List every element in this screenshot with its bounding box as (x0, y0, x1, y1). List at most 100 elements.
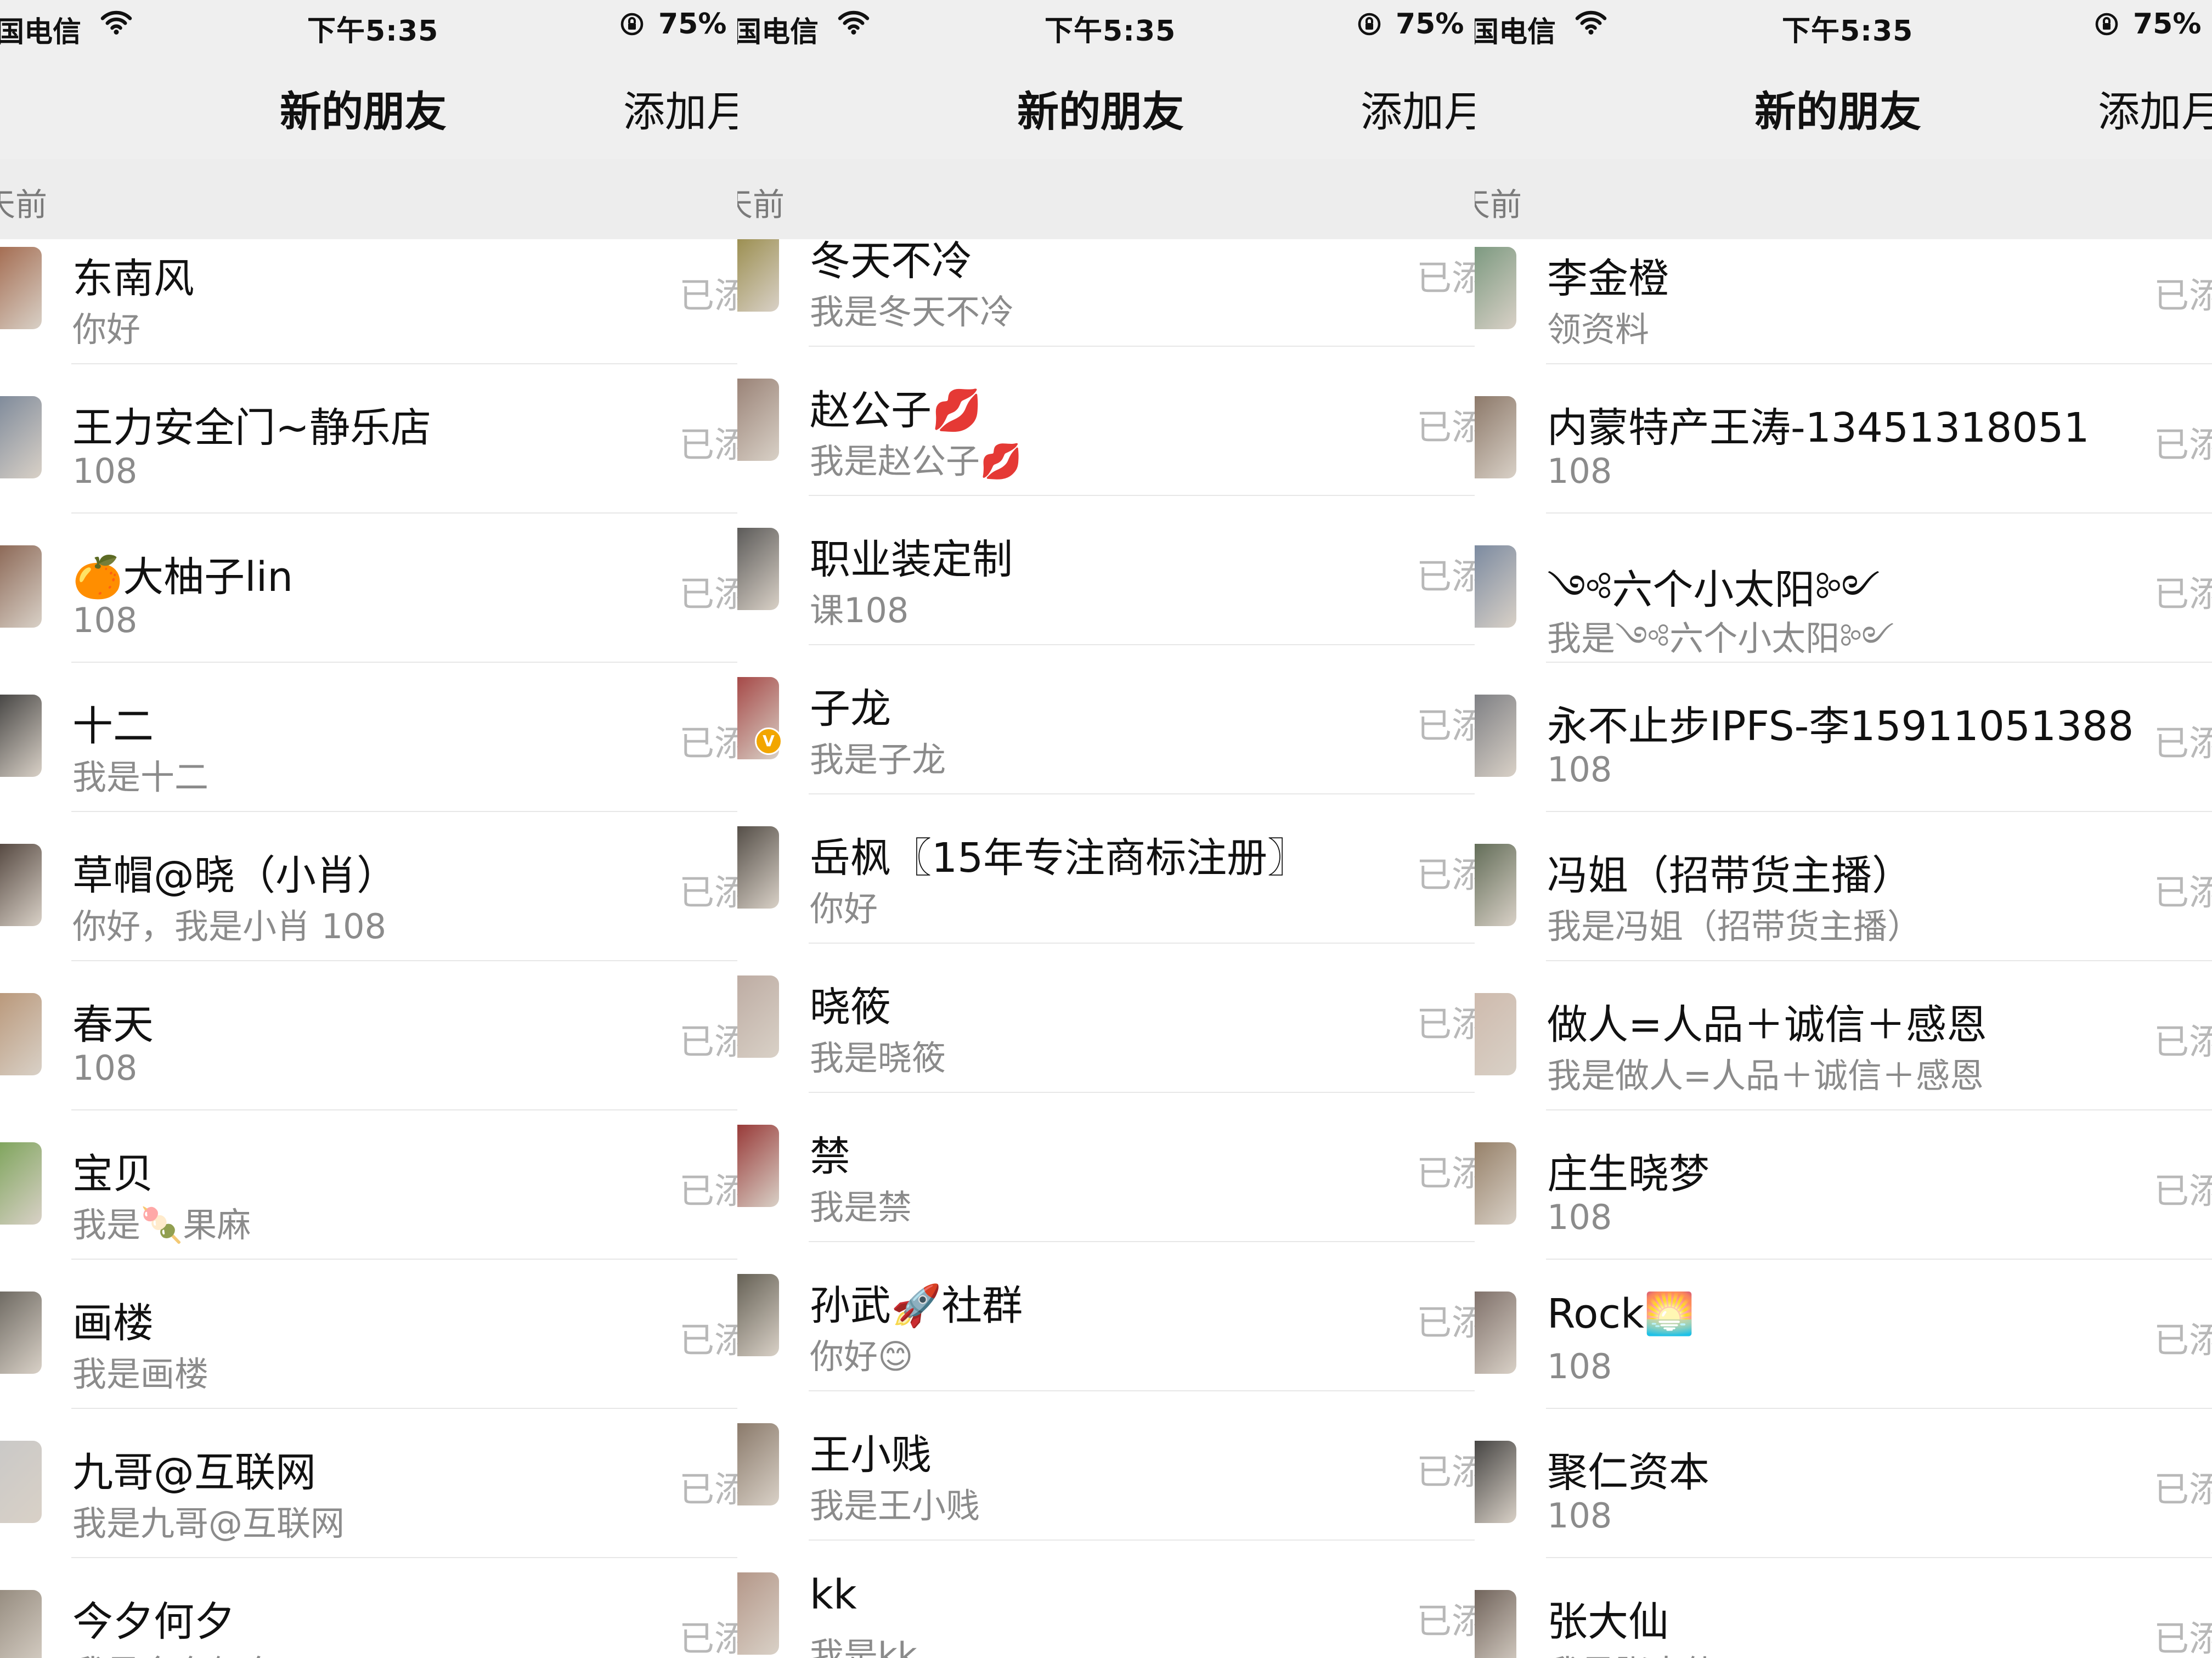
avatar (1475, 695, 1516, 777)
request-message: 我是十二 (72, 757, 209, 797)
avatar (0, 396, 42, 478)
friend-request-row[interactable]: 赵公子💋 我是赵公子💋 已添 (737, 347, 1475, 496)
request-message: 108 (1547, 1346, 1612, 1386)
status-bar: 国电信 下午5:35 75% (1475, 0, 2212, 49)
contact-name: 子龙 (810, 685, 891, 732)
request-message: 我是今夕何夕 (72, 1645, 276, 1658)
status-bar: 国电信 下午5:35 75% (0, 0, 737, 49)
friend-request-row[interactable]: 东南风 你好 已添 (0, 239, 737, 364)
avatar (737, 528, 779, 610)
friend-request-row[interactable]: ༺六个小太阳༻ 我是༺六个小太阳༻ 已添 (1475, 514, 2212, 663)
add-friend-button[interactable]: 添加月 (1361, 78, 1475, 138)
request-message: 我是晓筱 (810, 1038, 946, 1078)
added-status-label: 已添 (2154, 724, 2212, 764)
avatar (1475, 844, 1516, 926)
added-status-label: 已添 (1417, 1005, 1475, 1045)
friend-request-row[interactable]: 今夕何夕 我是今夕何夕 已添 (0, 1558, 737, 1658)
section-time-label: 天前 (0, 186, 48, 223)
friend-request-row[interactable]: 草帽@晓（小肖） 你好，我是小肖 108 已添 (0, 812, 737, 961)
contact-name: 东南风 (72, 255, 194, 302)
added-status-label: 已添 (1417, 408, 1475, 448)
avatar (1475, 1142, 1516, 1225)
avatar (0, 695, 42, 777)
added-status-label: 已添 (2154, 873, 2212, 913)
contact-name: 岳枫〖15年专注商标注册〗 (810, 834, 1308, 882)
friend-request-row[interactable]: 庄生晓梦 108 已添 (1475, 1110, 2212, 1260)
contact-name: 春天 (72, 1001, 154, 1048)
friend-request-row[interactable]: 内蒙特产王涛-13451318051 108 已添 (1475, 364, 2212, 514)
contact-name: Rock🌅 (1547, 1290, 1695, 1338)
avatar (737, 1274, 779, 1356)
status-time: 下午5:35 (307, 15, 439, 48)
section-time-label: 天前 (737, 186, 785, 223)
friend-request-row[interactable]: 张大仙 我是张大仙 已添 (1475, 1558, 2212, 1658)
friend-request-row[interactable]: 宝贝 我是🍡果麻 已添 (0, 1110, 737, 1260)
contact-name: 职业装定制 (810, 536, 1013, 583)
added-status-label: 已添 (1417, 1154, 1475, 1194)
friend-request-list: 冬天不冷 我是冬天不冷 已添 赵公子💋 我是赵公子💋 已添 职业装定制 课108… (737, 239, 1475, 1658)
request-message: 我是kk (810, 1635, 917, 1658)
contact-name: 今夕何夕 (72, 1598, 235, 1645)
added-status-label: 已添 (679, 1321, 737, 1361)
friend-request-row[interactable]: kk 我是kk 已添 (737, 1541, 1475, 1658)
added-status-label: 已添 (1417, 706, 1475, 747)
split-screenshot: 国电信 下午5:35 75% 新的朋友 添加月 天前 (0, 0, 2212, 1658)
friend-request-row[interactable]: V 子龙 我是子龙 已添 (737, 645, 1475, 794)
request-message: 108 (1547, 1496, 1612, 1536)
friend-request-row[interactable]: 王力安全门~静乐店 108 已添 (0, 364, 737, 514)
status-time: 下午5:35 (1045, 15, 1176, 48)
header-area: 国电信 下午5:35 75% 新的朋友 添加月 (0, 0, 737, 160)
friend-request-list: 东南风 你好 已添 王力安全门~静乐店 108 已添 🍊大柚子lin 108 已… (0, 239, 737, 1658)
friend-request-row[interactable]: 禁 我是禁 已添 (737, 1093, 1475, 1242)
wifi-icon (838, 10, 870, 35)
friend-request-row[interactable]: 岳枫〖15年专注商标注册〗 你好 已添 (737, 794, 1475, 944)
section-header: 天前 (737, 159, 1475, 239)
added-status-label: 已添 (2154, 425, 2212, 466)
request-message: 我是画楼 (72, 1354, 209, 1394)
avatar (1475, 1590, 1516, 1658)
phone-panel-1: 国电信 下午5:35 75% 新的朋友 添加月 天前 (0, 0, 737, 1658)
contact-name: 庄生晓梦 (1547, 1151, 1709, 1198)
page-title: 新的朋友 (1017, 87, 1184, 136)
friend-request-row[interactable]: 孙武🚀社群 你好😊 已添 (737, 1242, 1475, 1391)
avatar (1475, 993, 1516, 1075)
page-title: 新的朋友 (1754, 87, 1921, 136)
avatar (0, 844, 42, 926)
friend-request-row[interactable]: 🍊大柚子lin 108 已添 (0, 514, 737, 663)
add-friend-button[interactable]: 添加月 (2098, 78, 2212, 138)
added-status-label: 已添 (679, 873, 737, 913)
friend-request-row[interactable]: 冬天不冷 我是冬天不冷 已添 (737, 239, 1475, 347)
add-friend-button[interactable]: 添加月 (623, 78, 737, 138)
friend-request-row[interactable]: 聚仁资本 108 已添 (1475, 1409, 2212, 1558)
phone-panel-3: 国电信 下午5:35 75% 新的朋友 添加月 天前 (1475, 0, 2212, 1658)
friend-request-row[interactable]: 春天 108 已添 (0, 961, 737, 1110)
request-message: 课108 (810, 590, 909, 630)
friend-request-row[interactable]: 职业装定制 课108 已添 (737, 496, 1475, 645)
friend-request-row[interactable]: 做人=人品＋诚信＋感恩 我是做人=人品＋诚信＋感恩 已添 (1475, 961, 2212, 1110)
added-status-label: 已添 (679, 724, 737, 764)
friend-request-row[interactable]: Rock🌅 108 已添 (1475, 1260, 2212, 1409)
carrier-label: 国电信 (1475, 16, 1556, 49)
added-status-label: 已添 (2154, 1470, 2212, 1510)
contact-name: 赵公子💋 (810, 387, 983, 434)
friend-request-row[interactable]: 晓筱 我是晓筱 已添 (737, 944, 1475, 1093)
friend-request-row[interactable]: 王小贱 我是王小贱 已添 (737, 1391, 1475, 1541)
contact-name: 宝贝 (72, 1151, 154, 1198)
added-status-label: 已添 (1417, 855, 1475, 896)
contact-name: 王力安全门~静乐店 (72, 404, 432, 452)
phone-panel-2: 国电信 下午5:35 75% 新的朋友 添加月 天前 (737, 0, 1475, 1658)
battery-percentage: 75% (1396, 8, 1464, 41)
avatar (0, 1142, 42, 1225)
added-status-label: 已添 (2154, 1619, 2212, 1658)
added-status-label: 已添 (1417, 1303, 1475, 1344)
contact-name: 九哥@互联网 (72, 1449, 316, 1496)
friend-request-row[interactable]: 十二 我是十二 已添 (0, 663, 737, 812)
friend-request-row[interactable]: 李金橙 领资料 已添 (1475, 239, 2212, 364)
request-message: 我是王小贱 (810, 1486, 980, 1526)
friend-request-row[interactable]: 永不止步IPFS-李15911051388 108 已添 (1475, 663, 2212, 812)
request-message: 我是九哥@互联网 (72, 1503, 345, 1543)
friend-request-row[interactable]: 画楼 我是画楼 已添 (0, 1260, 737, 1409)
request-message: 领资料 (1547, 309, 1650, 349)
friend-request-row[interactable]: 冯姐（招带货主播） 我是冯姐（招带货主播） 已添 (1475, 812, 2212, 961)
friend-request-row[interactable]: 九哥@互联网 我是九哥@互联网 已添 (0, 1409, 737, 1558)
